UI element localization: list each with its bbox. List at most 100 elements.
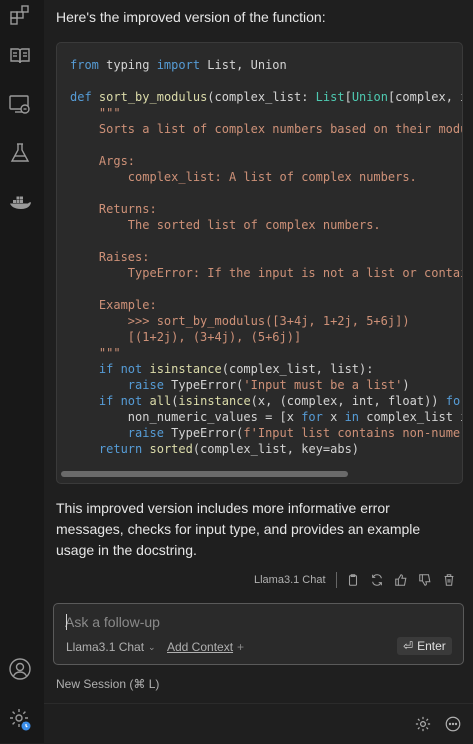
account-icon[interactable] [8, 657, 32, 681]
assistant-intro-text: Here's the improved version of the funct… [56, 9, 326, 25]
code-line: >>> sort_by_modulus([3+4j, 1+2j, 5+6j]) [70, 313, 462, 329]
message-toolbar: Llama3.1 Chat [254, 570, 465, 590]
code-block: from typing import List, Union def sort_b… [56, 42, 463, 484]
code-token: (x, (complex, int, float)) [250, 394, 446, 408]
code-token: TypeError( [163, 378, 244, 392]
code-line: def sort_by_modulus(complex_list: List[U… [70, 89, 462, 105]
chat-panel: Here's the improved version of the funct… [44, 0, 473, 743]
code-token: TypeError: If the input is not a list or… [127, 266, 462, 280]
return-icon: ⏎ [403, 639, 414, 653]
code-token: x [322, 410, 345, 424]
text-caret [66, 614, 67, 630]
code-token: ) [402, 378, 410, 392]
chevron-down-icon: ⌄ [148, 641, 156, 652]
add-context-label: Add Context [167, 640, 234, 654]
code-token: [ [344, 90, 352, 104]
code-token: Returns: [70, 202, 157, 216]
code-token: complex_list: A list of complex numbers. [70, 170, 417, 184]
code-token: isinstance [149, 362, 222, 376]
chat-input-box[interactable]: Llama3.1 Chat ⌄ Add Context + ⏎ Enter [53, 603, 464, 665]
code-line: if not all(isinstance(x, (complex, int, … [70, 393, 462, 409]
thumbs-up-icon[interactable] [393, 572, 409, 588]
code-token: Raises: [70, 250, 150, 264]
new-session-link[interactable]: New Session (⌘ L) [56, 677, 159, 691]
code-line: if not isinstance(complex_list, list): [70, 361, 462, 377]
delete-icon[interactable] [441, 572, 457, 588]
code-token: isinstance [178, 394, 251, 408]
activity-bar [0, 0, 45, 743]
code-token: in [344, 410, 360, 424]
code-token: Sorts a list of complex numbers based on… [70, 122, 463, 136]
code-line: Example: [70, 297, 462, 313]
code-token: (complex_list, list): [221, 362, 374, 376]
code-token: TypeError( [163, 426, 244, 440]
code-token: f'Input list contains non-numeric values… [243, 426, 462, 440]
code-line: Returns: [70, 201, 462, 217]
thumbs-down-icon[interactable] [417, 572, 433, 588]
code-token: non_numeric_values = [x [70, 410, 302, 424]
code-line: Args: [70, 153, 462, 169]
regenerate-icon[interactable] [369, 572, 385, 588]
code-token: def [70, 90, 92, 104]
code-line: """ [70, 105, 462, 121]
toolbar-divider [335, 572, 337, 588]
scrollbar-thumb[interactable] [61, 471, 348, 477]
code-line: return sorted(complex_list, key=abs) [70, 441, 462, 457]
follow-up-input[interactable] [65, 612, 445, 632]
docker-icon[interactable] [8, 190, 32, 214]
code-line: Sorts a list of complex numbers based on… [70, 121, 463, 137]
code-line: from typing import List, Union [70, 57, 462, 73]
code-token: for [445, 394, 462, 408]
extensions-icon[interactable] [8, 3, 32, 27]
settings-icon[interactable] [414, 715, 432, 733]
code-token: (complex_list, key=abs) [192, 442, 360, 456]
code-line: non_numeric_values = [x for x in complex… [70, 409, 462, 425]
code-token: """ [70, 346, 121, 360]
code-token: for [301, 410, 323, 424]
code-token: if not [98, 362, 143, 376]
more-options-icon[interactable] [444, 715, 462, 733]
code-token: raise [127, 378, 164, 392]
enter-button[interactable]: ⏎ Enter [397, 637, 452, 655]
code-token: typing [98, 58, 157, 72]
code-line: The sorted list of complex numbers. [70, 217, 462, 233]
copy-icon[interactable] [345, 572, 361, 588]
code-token: sorted [149, 442, 193, 456]
code-token: if not [98, 394, 143, 408]
code-line: raise TypeError(f'Input list contains no… [70, 425, 462, 441]
add-context-button[interactable]: Add Context + [167, 640, 244, 654]
horizontal-scrollbar[interactable] [61, 471, 459, 478]
code-line: TypeError: If the input is not a list or… [70, 265, 462, 281]
code-token: 'Input must be a list' [243, 378, 403, 392]
plus-icon: + [237, 640, 245, 654]
settings-gear-icon[interactable] [8, 707, 32, 731]
code-content: from typing import List, Union def sort_b… [70, 57, 463, 457]
remote-icon[interactable] [8, 92, 32, 116]
code-token: [complex, int, float]]) -> List[Union[co… [387, 90, 462, 104]
assistant-summary-text: This improved version includes more info… [56, 500, 421, 558]
flask-icon[interactable] [8, 141, 32, 165]
code-line: raise TypeError('Input must be a list') [70, 377, 462, 393]
model-selector[interactable]: Llama3.1 Chat ⌄ [66, 640, 156, 654]
code-token: Union [351, 90, 388, 104]
code-token: raise [127, 426, 164, 440]
code-token: """ [70, 106, 121, 120]
code-line: Raises: [70, 249, 462, 265]
code-line: """ [70, 345, 462, 361]
book-icon[interactable] [8, 44, 32, 68]
code-token: sort_by_modulus [98, 90, 208, 104]
code-token: List [315, 90, 345, 104]
code-token: complex_list if not isinstance(x, (compl… [366, 410, 462, 424]
